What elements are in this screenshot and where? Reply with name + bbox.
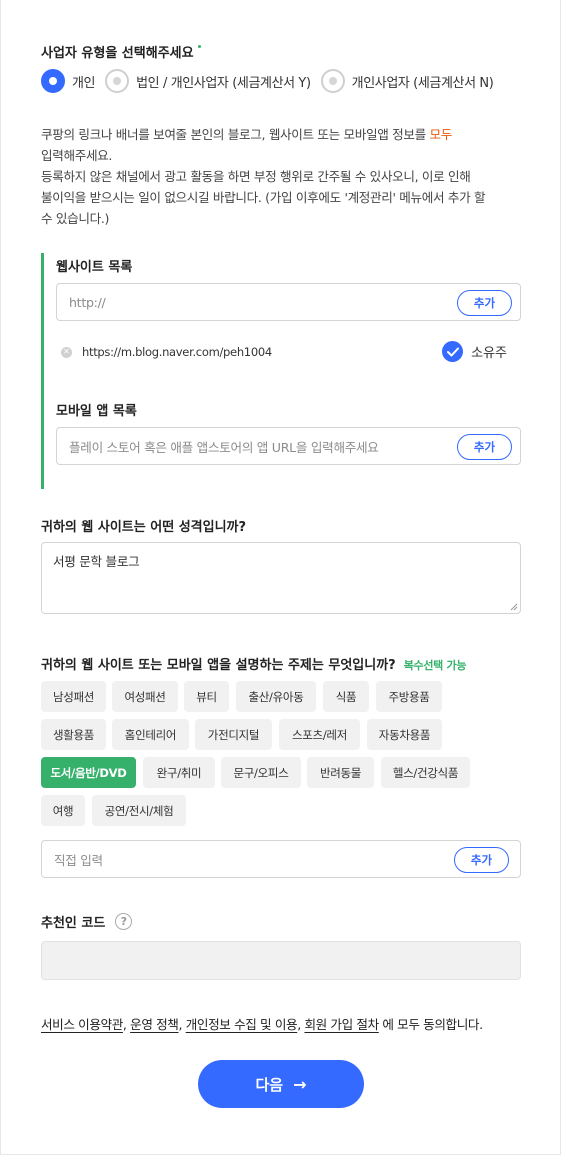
operation-policy-link[interactable]: 운영 정책 [130, 1017, 179, 1032]
separator: , [122, 1017, 127, 1032]
topic-chip[interactable]: 공연/전시/체험 [92, 795, 186, 826]
topic-chip[interactable]: 홈인테리어 [112, 719, 189, 750]
business-type-radio-group: 개인 법인 / 개인사업자 (세금계산서 Y) 개인사업자 (세금계산서 N) [41, 69, 503, 93]
website-list-title: 웹사이트 목록 [56, 260, 133, 275]
business-type-title-text: 사업자 유형을 선택해주세요 [41, 46, 194, 61]
radio-individual[interactable] [41, 69, 65, 93]
agreement-text: 서비스 이용약관, 운영 정책, 개인정보 수집 및 이용, 회원 가입 절차 … [41, 1014, 483, 1033]
topic-chip[interactable]: 문구/오피스 [221, 757, 301, 788]
separator: , [297, 1017, 301, 1032]
referral-code-input[interactable] [41, 941, 521, 980]
topic-chip[interactable]: 자동차용품 [367, 719, 442, 750]
notice-line-1: 쿠팡의 링크나 배너를 보여줄 본인의 블로그, 웹사이트 또는 모바일앱 정보… [41, 127, 430, 142]
owner-checkbox-group[interactable]: 소유주 [442, 341, 507, 362]
radio-corporate-label[interactable]: 법인 / 개인사업자 (세금계산서 Y) [136, 72, 311, 91]
resize-grip-icon[interactable] [510, 603, 518, 611]
mobile-app-list-title: 모바일 앱 목록 [56, 404, 137, 419]
mobile-app-url-placeholder: 플레이 스토어 혹은 애플 앱스토어의 앱 URL을 입력해주세요 [69, 439, 379, 455]
owner-label: 소유주 [471, 346, 507, 361]
topic-chip[interactable]: 주방용품 [376, 681, 442, 712]
site-nature-value: 서평 문학 블로그 [53, 554, 140, 569]
topic-chip[interactable]: 생활용품 [41, 719, 106, 750]
next-button[interactable]: 다음 → [198, 1060, 364, 1108]
notice-line-3: 등록하지 않은 채널에서 광고 활동을 하면 부정 행위로 간주될 수 있사오니… [41, 169, 471, 184]
channel-section-bar [41, 253, 44, 489]
custom-topic-placeholder: 직접 입력 [54, 852, 103, 868]
arrow-right-icon: → [293, 1074, 307, 1094]
help-icon[interactable]: ? [115, 913, 133, 930]
topic-chip[interactable]: 출산/유아동 [236, 681, 316, 712]
topic-chip[interactable]: 남성패션 [41, 681, 106, 712]
radio-sole-proprietor[interactable] [320, 69, 345, 93]
website-url-input[interactable]: http:// 추가 [56, 283, 521, 321]
topic-chip[interactable]: 뷰티 [184, 681, 229, 712]
website-add-button[interactable]: 추가 [457, 290, 512, 316]
topic-chip[interactable]: 여성패션 [112, 681, 178, 712]
topic-chip[interactable]: 여행 [41, 795, 85, 826]
privacy-policy-link[interactable]: 개인정보 수집 및 이용 [186, 1017, 298, 1032]
required-dot [197, 45, 201, 48]
radio-sole-proprietor-label[interactable]: 개인사업자 (세금계산서 N) [352, 72, 494, 91]
custom-topic-add-button[interactable]: 추가 [454, 847, 509, 873]
terms-of-service-link[interactable]: 서비스 이용약관 [41, 1017, 123, 1032]
topic-chip[interactable]: 식품 [323, 681, 369, 712]
topic-chip[interactable]: 스포츠/레저 [279, 719, 360, 750]
site-nature-textarea[interactable]: 서평 문학 블로그 [41, 542, 521, 614]
mobile-app-add-button[interactable]: 추가 [457, 434, 512, 460]
notice-line-4: 불이익을 받으시는 일이 없으시길 바랍니다. (가입 이후에도 '계정관리' … [41, 190, 486, 205]
topic-chip-selected[interactable]: 도서/음반/DVD [41, 757, 136, 788]
website-url-placeholder: http:// [69, 294, 106, 310]
separator: , [178, 1017, 183, 1032]
referral-header: 추천인 코드 ? [41, 912, 133, 931]
topics-title: 귀하의 웹 사이트 또는 모바일 앱을 설명하는 주제는 무엇입니까? [41, 658, 396, 673]
referral-title: 추천인 코드 [41, 916, 106, 931]
topic-chip[interactable]: 가전디지털 [195, 719, 272, 750]
notice-line-5: 수 있습니다.) [41, 211, 110, 226]
custom-topic-input[interactable]: 직접 입력 추가 [41, 840, 521, 878]
signup-procedure-link[interactable]: 회원 가입 절차 [304, 1017, 379, 1032]
topic-chip[interactable]: 반려동물 [307, 757, 374, 788]
topic-chip[interactable]: 완구/취미 [143, 757, 215, 788]
website-item: ✕ https://m.blog.naver.com/peh1004 소유주 [61, 341, 521, 363]
agreement-suffix: 에 모두 동의합니다. [378, 1017, 483, 1032]
radio-corporate[interactable] [105, 69, 130, 93]
mobile-app-url-input[interactable]: 플레이 스토어 혹은 애플 앱스토어의 앱 URL을 입력해주세요 추가 [56, 427, 521, 465]
remove-icon[interactable]: ✕ [61, 346, 72, 358]
next-button-label: 다음 [255, 1075, 284, 1094]
website-item-url: https://m.blog.naver.com/peh1004 [82, 345, 272, 359]
topics-header: 귀하의 웹 사이트 또는 모바일 앱을 설명하는 주제는 무엇입니까? 복수선택… [41, 654, 466, 673]
notice-text: 쿠팡의 링크나 배너를 보여줄 본인의 블로그, 웹사이트 또는 모바일앱 정보… [41, 124, 531, 229]
notice-highlight: 모두 [429, 127, 453, 142]
multi-select-note: 복수선택 가능 [403, 659, 467, 672]
check-icon[interactable] [442, 341, 464, 362]
business-type-title: 사업자 유형을 선택해주세요 [41, 42, 201, 61]
notice-line-2: 입력해주세요. [41, 148, 113, 163]
site-nature-title: 귀하의 웹 사이트는 어떤 성격입니까? [41, 520, 247, 535]
topic-chip[interactable]: 헬스/건강식품 [381, 757, 470, 788]
radio-individual-label[interactable]: 개인 [72, 72, 96, 91]
